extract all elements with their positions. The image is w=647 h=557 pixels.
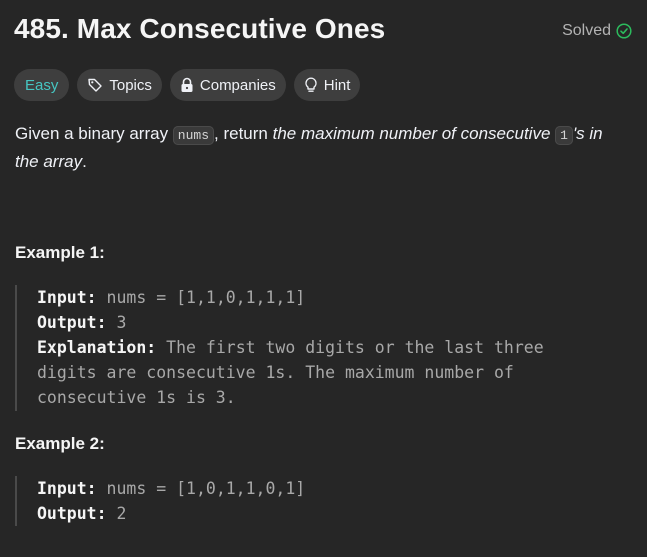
description-text: , return xyxy=(214,124,273,143)
solved-label: Solved xyxy=(562,22,611,39)
input-value: nums = [1,1,0,1,1,1] xyxy=(96,288,306,307)
example-2-output: Output: 2 xyxy=(37,501,305,526)
topics-label: Topics xyxy=(109,76,152,94)
description-text: Given a binary array xyxy=(15,124,173,143)
explanation-label: Explanation: xyxy=(37,338,157,357)
companies-button[interactable]: Companies xyxy=(169,69,286,101)
difficulty-badge[interactable]: Easy xyxy=(14,69,70,101)
solved-status: Solved xyxy=(562,22,632,40)
inline-code-nums: nums xyxy=(172,126,215,145)
problem-page: 485. Max Consecutive Ones Solved Easy To… xyxy=(0,0,647,557)
check-circle-icon xyxy=(616,23,632,39)
difficulty-label: Easy xyxy=(25,76,59,94)
output-label: Output: xyxy=(37,313,107,332)
example-2-block: Input: nums = [1,0,1,1,0,1] Output: 2 xyxy=(15,476,305,526)
description-text: . xyxy=(82,152,87,171)
example-2-title: Example 2: xyxy=(15,434,105,453)
explanation-text: The first two digits or the last three xyxy=(156,338,544,357)
problem-title: 485. Max Consecutive Ones xyxy=(14,13,386,44)
companies-label: Companies xyxy=(199,76,276,94)
example-2-input: Input: nums = [1,0,1,1,0,1] xyxy=(37,476,305,501)
problem-description: Given a binary array nums, return the ma… xyxy=(15,121,630,175)
explanation-text: consecutive 1s is 3. xyxy=(37,388,236,407)
hint-button[interactable]: Hint xyxy=(293,69,361,101)
example-1-output: Output: 3 xyxy=(37,310,544,335)
example-1-input: Input: nums = [1,1,0,1,1,1] xyxy=(37,285,544,310)
hint-label: Hint xyxy=(323,76,351,94)
output-label: Output: xyxy=(37,504,107,523)
inline-code-one: 1 xyxy=(555,126,573,145)
lock-icon xyxy=(181,77,193,92)
explanation-text: digits are consecutive 1s. The maximum n… xyxy=(37,363,514,382)
example-1-block: Input: nums = [1,1,0,1,1,1] Output: 3 Ex… xyxy=(15,285,544,411)
input-value: nums = [1,0,1,1,0,1] xyxy=(96,479,306,498)
output-value: 2 xyxy=(106,504,127,523)
input-label: Input: xyxy=(37,479,97,498)
example-1-explanation: Explanation: The first two digits or the… xyxy=(37,335,544,360)
lightbulb-icon xyxy=(305,77,317,92)
tag-icon xyxy=(88,78,103,92)
topics-button[interactable]: Topics xyxy=(77,69,162,101)
example-1-title: Example 1: xyxy=(15,243,105,262)
tag-bar: Easy Topics Companies Hint xyxy=(14,69,361,101)
description-emphasis: the maximum number of consecutive xyxy=(272,124,556,143)
input-label: Input: xyxy=(37,288,97,307)
output-value: 3 xyxy=(106,313,127,332)
